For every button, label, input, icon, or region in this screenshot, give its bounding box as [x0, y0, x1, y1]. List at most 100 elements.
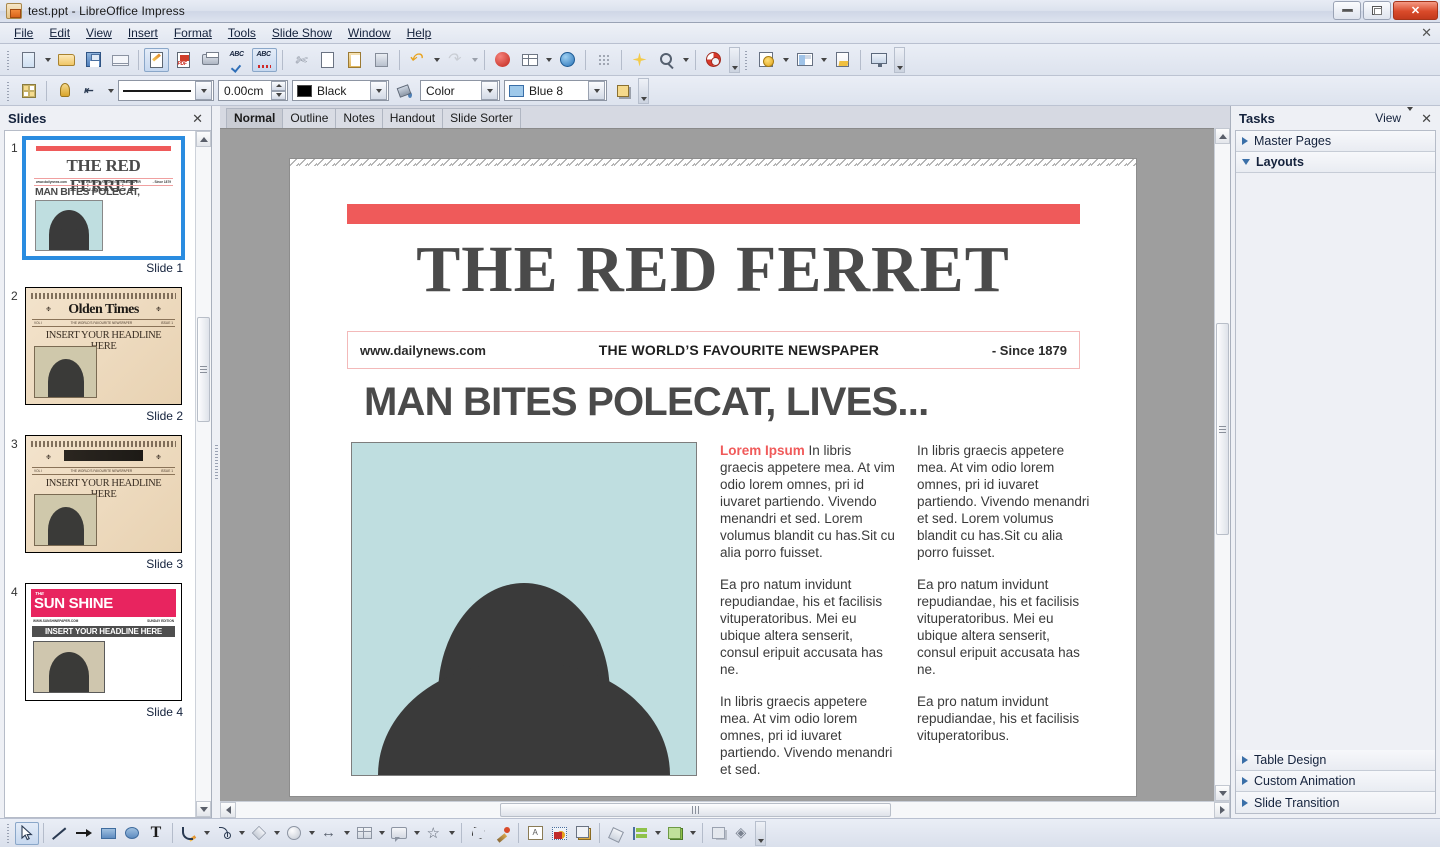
presentation-toolbar-grip[interactable]: [743, 48, 750, 71]
scroll-up-button[interactable]: [196, 131, 211, 147]
scrollbar-thumb[interactable]: [1216, 323, 1229, 535]
zoom-dropdown[interactable]: [680, 48, 691, 72]
tasks-view-button[interactable]: View: [1375, 111, 1401, 125]
scroll-up-button[interactable]: [1215, 128, 1230, 144]
block-arrows-button[interactable]: [317, 822, 341, 845]
canvas-horizontal-scrollbar[interactable]: [220, 801, 1230, 818]
layouts-gallery[interactable]: [1236, 173, 1435, 750]
standard-toolbar-overflow[interactable]: [729, 46, 740, 73]
menu-format[interactable]: Format: [166, 24, 220, 42]
presentation-toolbar-overflow[interactable]: [894, 46, 905, 73]
gallery-button[interactable]: [627, 48, 652, 72]
flowchart-button[interactable]: [352, 822, 376, 845]
fill-color-select[interactable]: Blue 8: [504, 80, 607, 101]
menu-window[interactable]: Window: [340, 24, 399, 42]
menu-slide-show[interactable]: Slide Show: [264, 24, 340, 42]
scrollbar-track[interactable]: [236, 802, 1214, 818]
new-doc-button[interactable]: [16, 48, 41, 72]
redo-dropdown[interactable]: [469, 48, 480, 72]
fill-type-select[interactable]: Color: [420, 80, 500, 101]
undo-dropdown[interactable]: [431, 48, 442, 72]
slide-thumbnail-4[interactable]: THE SUN SHINE WWW.SUNSHINEPAPER.COM SUND…: [25, 583, 182, 701]
curve-tool-button[interactable]: [177, 822, 201, 845]
tab-handout[interactable]: Handout: [381, 108, 444, 128]
display-grid-button[interactable]: [591, 48, 616, 72]
close-icon[interactable]: ✕: [192, 112, 203, 125]
arrow-style-dropdown[interactable]: [105, 79, 116, 103]
zoom-button[interactable]: [654, 48, 679, 72]
paste-button[interactable]: [342, 48, 367, 72]
arrow-line-tool-button[interactable]: [72, 822, 96, 845]
table-dropdown[interactable]: [543, 48, 554, 72]
block-arrows-dropdown[interactable]: [341, 822, 352, 845]
scroll-down-button[interactable]: [1215, 785, 1230, 801]
redo-button[interactable]: ↷: [443, 48, 468, 72]
scrollbar-thumb[interactable]: [500, 803, 892, 817]
new-slide-dropdown[interactable]: [780, 48, 791, 72]
tasks-section-slide-transition[interactable]: Slide Transition: [1236, 792, 1435, 813]
open-button[interactable]: [54, 48, 79, 72]
symbol-shapes-dropdown[interactable]: [306, 822, 317, 845]
table-button[interactable]: [517, 48, 542, 72]
connector-dropdown[interactable]: [236, 822, 247, 845]
drawing-toolbar-overflow[interactable]: [755, 820, 766, 846]
scrollbar-track[interactable]: [1215, 144, 1230, 785]
chevron-down-icon[interactable]: [370, 81, 387, 100]
rectangle-tool-button[interactable]: [96, 822, 120, 845]
duplicate-button[interactable]: [571, 822, 595, 845]
tasks-section-master-pages[interactable]: Master Pages: [1236, 131, 1435, 152]
chevron-down-icon[interactable]: [588, 81, 605, 100]
slides-scrollbar[interactable]: [195, 131, 211, 817]
area-style-button[interactable]: [392, 79, 417, 103]
tasks-section-layouts[interactable]: Layouts: [1236, 152, 1435, 173]
menu-help[interactable]: Help: [399, 24, 440, 42]
curve-dropdown[interactable]: [201, 822, 212, 845]
stars-button[interactable]: ☆: [422, 822, 446, 845]
insert-text-frame-button[interactable]: [523, 822, 547, 845]
arrange-button[interactable]: [663, 822, 687, 845]
hyperlink-button[interactable]: [555, 48, 580, 72]
flowchart-dropdown[interactable]: [376, 822, 387, 845]
line-style-select[interactable]: [118, 80, 214, 101]
list-item[interactable]: 3 ❉ Olden Times ❉ VOL I THE WORLD'S FAVO…: [5, 435, 195, 583]
arrange-dropdown[interactable]: [687, 822, 698, 845]
slide-thumbnail-1[interactable]: THE RED FERRET www.dailynews.com THE WOR…: [22, 136, 185, 260]
slide-column-right[interactable]: In libris graecis appetere mea. At vim o…: [917, 442, 1092, 770]
slide-layout-dropdown[interactable]: [818, 48, 829, 72]
list-item[interactable]: 2 ❉ Olden Times ❉ VOL I THE WORLD'S FAVO…: [5, 287, 195, 435]
cut-button[interactable]: ✄: [288, 48, 313, 72]
chevron-down-icon[interactable]: [481, 81, 498, 100]
slide-column-left[interactable]: Lorem Ipsum In libris graecis appetere m…: [720, 442, 895, 777]
slide-masthead[interactable]: THE RED FERRET: [330, 234, 1096, 306]
minimize-button[interactable]: [1333, 1, 1361, 20]
close-icon[interactable]: ✕: [1421, 112, 1432, 125]
menu-file[interactable]: File: [6, 24, 41, 42]
close-button[interactable]: ✕: [1393, 1, 1438, 20]
tab-outline[interactable]: Outline: [282, 108, 337, 128]
tab-notes[interactable]: Notes: [335, 108, 383, 128]
canvas-vertical-scrollbar[interactable]: [1214, 128, 1230, 801]
list-item[interactable]: 4 THE SUN SHINE WWW.SUNSHINEPAPER.COM SU…: [5, 583, 195, 731]
tab-slide-sorter[interactable]: Slide Sorter: [442, 108, 521, 128]
scroll-down-button[interactable]: [196, 801, 211, 817]
help-button[interactable]: [701, 48, 726, 72]
line-endings-button[interactable]: [52, 79, 77, 103]
rotate-button[interactable]: [604, 822, 628, 845]
menu-edit[interactable]: Edit: [41, 24, 78, 42]
symbol-shapes-button[interactable]: [282, 822, 306, 845]
tasks-section-table-design[interactable]: Table Design: [1236, 750, 1435, 771]
scrollbar-thumb[interactable]: [197, 317, 210, 422]
list-item[interactable]: 1 THE RED FERRET www.dailynews.com THE W…: [5, 136, 195, 287]
connector-tool-button[interactable]: [212, 822, 236, 845]
ellipse-tool-button[interactable]: [120, 822, 144, 845]
slide-headline[interactable]: MAN BITES POLECAT, LIVES...: [364, 379, 1096, 425]
shadow-toggle-button[interactable]: [707, 822, 731, 845]
align-dropdown[interactable]: [652, 822, 663, 845]
line-width-stepper[interactable]: [271, 81, 286, 100]
new-slide-button[interactable]: [754, 48, 779, 72]
start-slideshow-button[interactable]: [866, 48, 891, 72]
align-button[interactable]: [628, 822, 652, 845]
line-width-input[interactable]: 0.00cm: [218, 80, 288, 101]
email-button[interactable]: [108, 48, 133, 72]
chart-button[interactable]: [490, 48, 515, 72]
